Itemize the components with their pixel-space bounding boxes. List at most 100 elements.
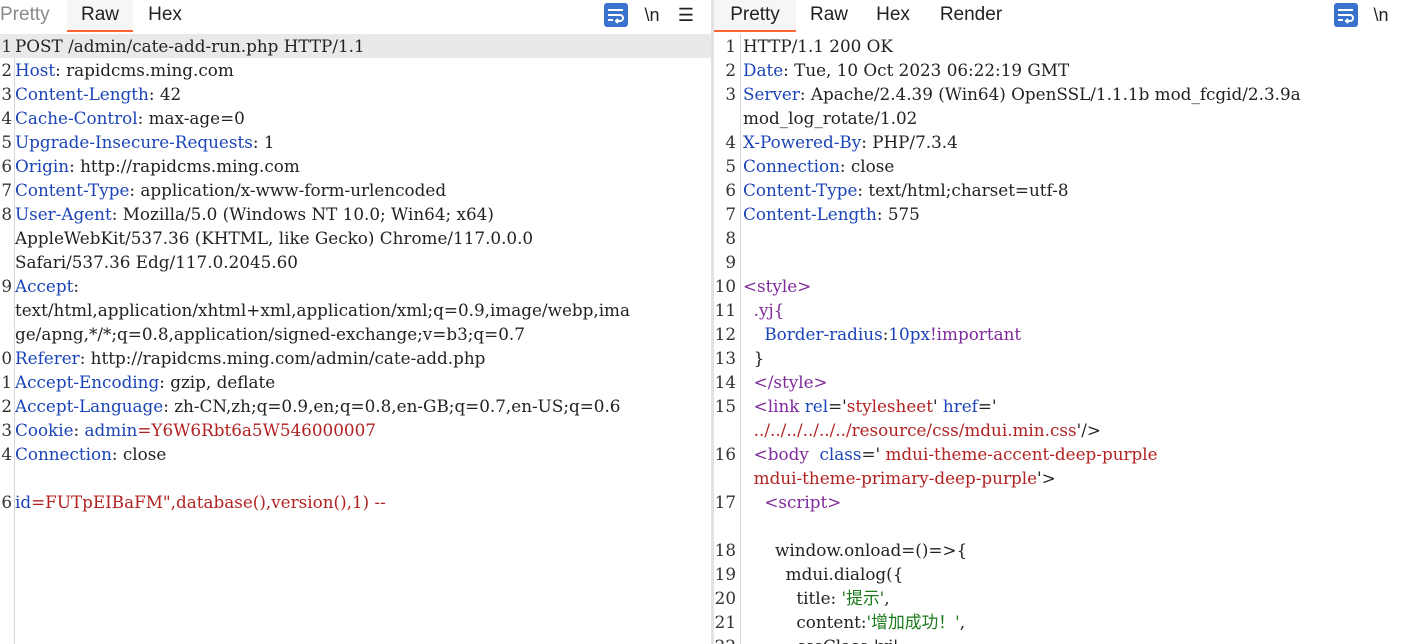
code-line[interactable]: text/html,application/xhtml+xml,applicat… bbox=[0, 298, 711, 322]
request-tabbar: Pretty Raw Hex \n ☰ bbox=[0, 0, 711, 32]
code-line[interactable]: 18 window.onload=()=>{ bbox=[714, 538, 1413, 562]
code-line[interactable]: 12 Border-radius:10px!important bbox=[714, 322, 1413, 346]
code-line[interactable]: 19 mdui.dialog({ bbox=[714, 562, 1413, 586]
code-line[interactable]: 3 Server: Apache/2.4.39 (Win64) OpenSSL/1… bbox=[714, 82, 1413, 106]
code-token: Accept bbox=[15, 276, 74, 296]
code-line[interactable]: Safari/537.36 Edg/117.0.2045.60 bbox=[0, 250, 711, 274]
code-token: User-Agent bbox=[15, 204, 112, 224]
code-token: : close bbox=[839, 156, 895, 176]
code-line[interactable]: 3 Cookie: admin=Y6W6Rbt6a5W546000007 bbox=[0, 418, 711, 442]
response-editor[interactable]: 1 HTTP/1.1 200 OK 2 Date: Tue, 10 Oct 2023 … bbox=[714, 34, 1413, 644]
request-editor[interactable]: 1 POST /admin/cate-add-run.php HTTP/1.1 2 H… bbox=[0, 34, 711, 644]
request-tab-hex[interactable]: Hex bbox=[138, 0, 192, 32]
code-token: 10px bbox=[888, 324, 930, 344]
code-line[interactable]: ../../../../../../resource/css/mdui.min.… bbox=[714, 418, 1413, 442]
code-line[interactable]: 9 Accept: bbox=[0, 274, 711, 298]
code-line[interactable]: 5 Upgrade-Insecure-Requests: 1 bbox=[0, 130, 711, 154]
code-line[interactable]: 7 Content-Length: 575 bbox=[714, 202, 1413, 226]
line-text: mdui.dialog({ bbox=[743, 562, 904, 586]
line-text: title: '提示', bbox=[743, 586, 889, 610]
line-text: Content-Type: text/html;charset=utf-8 bbox=[743, 178, 1069, 202]
code-line[interactable]: 13 } bbox=[714, 346, 1413, 370]
response-tab-hex[interactable]: Hex bbox=[866, 0, 920, 32]
response-tab-render[interactable]: Render bbox=[932, 0, 1010, 32]
line-text: POST /admin/cate-add-run.php HTTP/1.1 bbox=[15, 34, 365, 58]
code-line[interactable] bbox=[0, 466, 711, 490]
code-line[interactable]: 15 <link rel='stylesheet' href=' bbox=[714, 394, 1413, 418]
code-line[interactable]: 8 bbox=[714, 226, 1413, 250]
code-line[interactable]: 6 id=FUTpEIBaFM",database(),version(),1) … bbox=[0, 490, 711, 514]
code-token: Accept-Encoding bbox=[15, 372, 160, 392]
code-token: : 42 bbox=[148, 84, 182, 104]
code-line[interactable]: mod_log_rotate/1.02 bbox=[714, 106, 1413, 130]
code-line[interactable]: 8 User-Agent: Mozilla/5.0 (Windows NT 10.… bbox=[0, 202, 711, 226]
code-line[interactable]: 6 Content-Type: text/html;charset=utf-8 bbox=[714, 178, 1413, 202]
code-line[interactable]: 11 .yj{ bbox=[714, 298, 1413, 322]
code-token: mdui.dialog({ bbox=[743, 564, 904, 584]
code-line[interactable]: 4 X-Powered-By: PHP/7.3.4 bbox=[714, 130, 1413, 154]
code-line[interactable]: 3 Content-Length: 42 bbox=[0, 82, 711, 106]
line-number: 5 bbox=[725, 156, 736, 176]
request-tab-raw[interactable]: Raw bbox=[67, 0, 133, 32]
code-line[interactable]: 1 POST /admin/cate-add-run.php HTTP/1.1 bbox=[0, 34, 711, 58]
code-line[interactable]: 20 title: '提示', bbox=[714, 586, 1413, 610]
response-tab-pretty[interactable]: Pretty bbox=[714, 0, 796, 32]
code-line[interactable]: 1 HTTP/1.1 200 OK bbox=[714, 34, 1413, 58]
code-line[interactable]: AppleWebKit/537.36 (KHTML, like Gecko) C… bbox=[0, 226, 711, 250]
code-line[interactable]: 5 Connection: close bbox=[714, 154, 1413, 178]
code-line[interactable]: 0 Referer: http://rapidcms.ming.com/admin… bbox=[0, 346, 711, 370]
line-number: 22 bbox=[714, 634, 736, 644]
request-tab-pretty[interactable]: Pretty bbox=[0, 0, 54, 32]
code-token: mod_log_rotate/1.02 bbox=[743, 108, 918, 128]
code-line[interactable]: 9 bbox=[714, 250, 1413, 274]
code-token: text/html,application/xhtml+xml,applicat… bbox=[15, 300, 630, 320]
code-line[interactable]: 2 Host: rapidcms.ming.com bbox=[0, 58, 711, 82]
code-line[interactable] bbox=[714, 514, 1413, 538]
show-newlines-button[interactable]: \n bbox=[640, 3, 664, 27]
code-token: : close bbox=[111, 444, 167, 464]
code-line[interactable]: 4 Connection: close bbox=[0, 442, 711, 466]
wrap-lines-button[interactable] bbox=[604, 3, 628, 27]
code-line[interactable]: mdui-theme-primary-deep-purple'> bbox=[714, 466, 1413, 490]
code-line[interactable]: 10 <style> bbox=[714, 274, 1413, 298]
request-panel: Pretty Raw Hex \n ☰ 1 POST /admin/cate-ad… bbox=[0, 0, 711, 644]
code-token: : Apache/2.4.39 (Win64) OpenSSL/1.1.1b m… bbox=[799, 84, 1301, 104]
code-token: Referer bbox=[15, 348, 80, 368]
line-text: AppleWebKit/537.36 (KHTML, like Gecko) C… bbox=[15, 226, 533, 250]
show-newlines-button[interactable]: \n bbox=[1369, 3, 1393, 27]
code-token: , bbox=[959, 612, 966, 632]
line-text: Origin: http://rapidcms.ming.com bbox=[15, 154, 300, 178]
code-line[interactable]: 14 </style> bbox=[714, 370, 1413, 394]
code-line[interactable]: 1 Accept-Encoding: gzip, deflate bbox=[0, 370, 711, 394]
code-line[interactable]: 6 Origin: http://rapidcms.ming.com bbox=[0, 154, 711, 178]
code-line[interactable]: 2 Accept-Language: zh-CN,zh;q=0.9,en;q=0.… bbox=[0, 394, 711, 418]
code-line[interactable]: ge/apng,*/*;q=0.8,application/signed-exc… bbox=[0, 322, 711, 346]
code-line[interactable]: 22 cssClass:'yj' bbox=[714, 634, 1413, 644]
line-number: 3 bbox=[1, 420, 12, 440]
code-line[interactable]: 16 <body class=' mdui-theme-accent-deep-… bbox=[714, 442, 1413, 466]
code-token: Content-Type bbox=[743, 180, 858, 200]
line-text: <style> bbox=[743, 274, 811, 298]
code-line[interactable]: 7 Content-Type: application/x-www-form-ur… bbox=[0, 178, 711, 202]
code-line[interactable]: 4 Cache-Control: max-age=0 bbox=[0, 106, 711, 130]
response-tab-raw[interactable]: Raw bbox=[802, 0, 856, 32]
code-token: href bbox=[942, 396, 978, 416]
line-number: 1 bbox=[725, 36, 736, 56]
code-line[interactable]: 2 Date: Tue, 10 Oct 2023 06:22:19 GMT bbox=[714, 58, 1413, 82]
line-number: 3 bbox=[1, 84, 12, 104]
code-token: ../../../../../../resource/css/mdui.min.… bbox=[743, 420, 1077, 440]
wrap-lines-button[interactable] bbox=[1334, 3, 1358, 27]
response-tabbar: Pretty Raw Hex Render \n bbox=[714, 0, 1413, 32]
request-menu-button[interactable]: ☰ bbox=[675, 3, 697, 27]
code-token: : PHP/7.3.4 bbox=[861, 132, 958, 152]
line-text: ../../../../../../resource/css/mdui.min.… bbox=[743, 418, 1101, 442]
code-token: : 1 bbox=[252, 132, 275, 152]
line-text: mod_log_rotate/1.02 bbox=[743, 106, 917, 130]
line-text: Connection: close bbox=[15, 442, 166, 466]
code-line[interactable]: 21 content:'增加成功！', bbox=[714, 610, 1413, 634]
code-token: </style> bbox=[743, 372, 828, 392]
line-number: 0 bbox=[1, 348, 12, 368]
code-line[interactable]: 17 <script> bbox=[714, 490, 1413, 514]
line-number: 6 bbox=[1, 492, 12, 512]
code-token: : Mozilla/5.0 (Windows NT 10.0; Win64; x… bbox=[111, 204, 494, 224]
